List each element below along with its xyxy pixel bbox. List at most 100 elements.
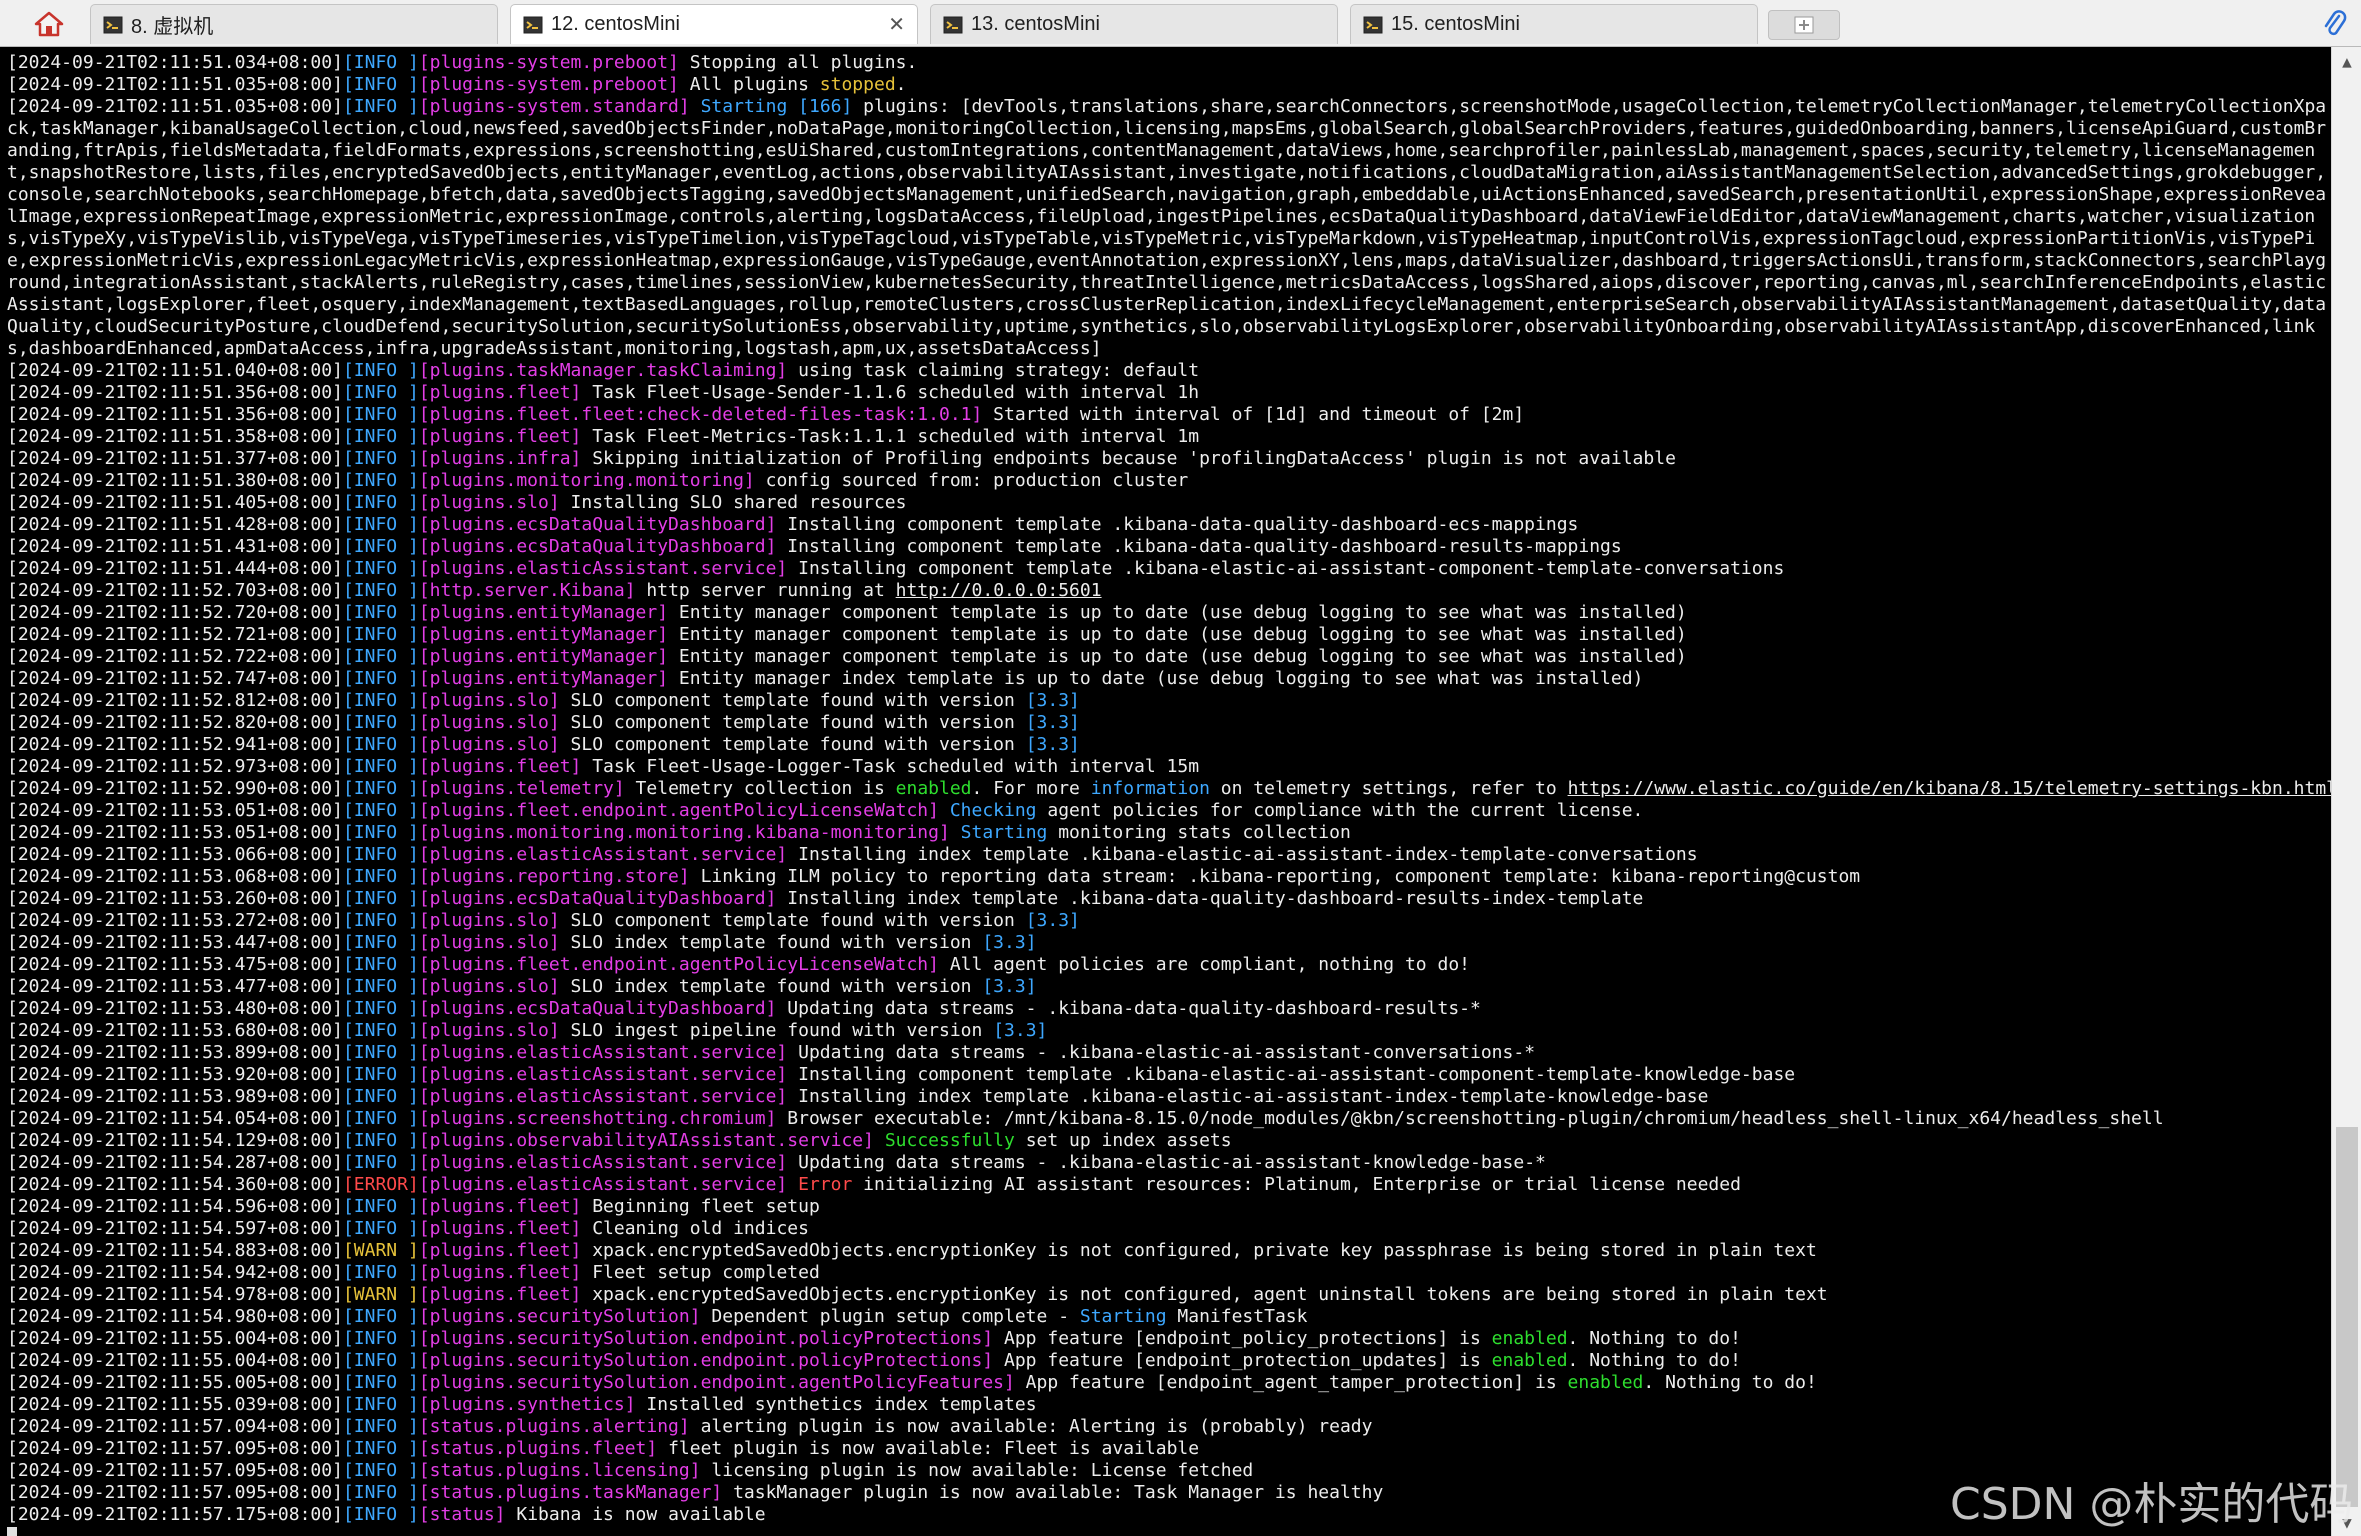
log-plugin: [plugins.fleet] [418, 426, 582, 447]
log-message: Checking [949, 800, 1037, 821]
log-line: [2024-09-21T02:11:52.941+08:00][INFO ][p… [7, 734, 2329, 756]
home-icon [34, 11, 64, 37]
log-timestamp: [2024-09-21T02:11:51.358+08:00] [7, 426, 343, 447]
log-message: Kibana is now available [505, 1504, 766, 1525]
log-timestamp: [2024-09-21T02:11:57.095+08:00] [7, 1460, 343, 1481]
log-message: App feature [endpoint_policy_protections… [993, 1328, 1492, 1349]
tab-centosmini-13[interactable]: 13. centosMini [930, 4, 1338, 44]
log-timestamp: [2024-09-21T02:11:53.066+08:00] [7, 844, 343, 865]
log-message: enabled [1491, 1328, 1568, 1349]
log-plugin: [plugins.telemetry] [418, 778, 625, 799]
log-message [874, 1130, 885, 1151]
log-timestamp: [2024-09-21T02:11:54.287+08:00] [7, 1152, 343, 1173]
log-message: . [895, 74, 907, 95]
log-message: enabled [895, 778, 972, 799]
log-message: Updating data streams - .kibana-data-qua… [776, 998, 1481, 1019]
log-plugin: [plugins.slo] [418, 690, 560, 711]
log-line: [2024-09-21T02:11:51.040+08:00][INFO ][p… [7, 360, 2329, 382]
log-line: [2024-09-21T02:11:51.358+08:00][INFO ][p… [7, 426, 2329, 448]
log-message: xpack.encryptedSavedObjects.encryptionKe… [581, 1284, 1828, 1305]
log-line: [2024-09-21T02:11:53.447+08:00][INFO ][p… [7, 932, 2329, 954]
log-line: [2024-09-21T02:11:53.920+08:00][INFO ][p… [7, 1064, 2329, 1086]
log-message: SLO index template found with version [559, 976, 983, 997]
tab-label: 12. centosMini [551, 13, 680, 35]
log-message: Installing SLO shared resources [559, 492, 907, 513]
log-message: Entity manager component template is up … [668, 602, 1687, 623]
log-line: [2024-09-21T02:11:51.356+08:00][INFO ][p… [7, 382, 2329, 404]
scrollbar-thumb[interactable] [2336, 1127, 2358, 1507]
log-message: Installing index template .kibana-data-q… [776, 888, 1644, 909]
log-line: [2024-09-21T02:11:51.431+08:00][INFO ][p… [7, 536, 2329, 558]
log-timestamp: [2024-09-21T02:11:57.094+08:00] [7, 1416, 343, 1437]
tab-vm[interactable]: 8. 虚拟机 [90, 4, 498, 44]
log-timestamp: [2024-09-21T02:11:51.380+08:00] [7, 470, 343, 491]
log-level: [INFO ] [342, 1108, 419, 1129]
log-message: Linking ILM policy to reporting data str… [689, 866, 1861, 887]
log-level: [INFO ] [342, 448, 419, 469]
close-icon[interactable]: ✕ [888, 12, 905, 37]
log-message: enabled [1491, 1350, 1568, 1371]
log-timestamp: [2024-09-21T02:11:53.475+08:00] [7, 954, 343, 975]
log-plugin: [plugins.slo] [418, 492, 560, 513]
log-level: [INFO ] [342, 822, 419, 843]
log-message: config sourced from: production cluster [754, 470, 1189, 491]
tab-centosmini-12[interactable]: 12. centosMini ✕ [510, 4, 918, 44]
log-line: [2024-09-21T02:11:51.356+08:00][INFO ][p… [7, 404, 2329, 426]
log-level: [INFO ] [342, 1438, 419, 1459]
log-timestamp: [2024-09-21T02:11:53.272+08:00] [7, 910, 343, 931]
log-plugin: [plugins.taskManager.taskClaiming] [418, 360, 788, 381]
log-timestamp: [2024-09-21T02:11:52.721+08:00] [7, 624, 343, 645]
log-level: [INFO ] [342, 514, 419, 535]
log-level: [INFO ] [342, 558, 419, 579]
log-level: [INFO ] [342, 998, 419, 1019]
log-timestamp: [2024-09-21T02:11:51.377+08:00] [7, 448, 343, 469]
log-message: Started with interval of [1d] and timeou… [982, 404, 1525, 425]
terminal-tab-icon [103, 15, 123, 35]
log-message: Starting [1079, 1306, 1167, 1327]
plus-icon [1794, 16, 1814, 34]
log-message: Dependent plugin setup complete - [700, 1306, 1080, 1327]
log-level: [INFO ] [342, 580, 419, 601]
scroll-up-icon[interactable]: ▲ [2332, 47, 2361, 75]
log-line: [2024-09-21T02:11:51.377+08:00][INFO ][p… [7, 448, 2329, 470]
log-line: [2024-09-21T02:11:53.066+08:00][INFO ][p… [7, 844, 2329, 866]
log-plugin: [plugins.fleet.endpoint.agentPolicyLicen… [418, 800, 939, 821]
log-message: Telemetry collection is [624, 778, 896, 799]
vertical-scrollbar[interactable]: ▲ ▼ [2331, 47, 2361, 1536]
log-level: [INFO ] [342, 1372, 419, 1393]
log-message: . For more [971, 778, 1091, 799]
log-level: [INFO ] [342, 668, 419, 689]
log-plugin: [status.plugins.fleet] [418, 1438, 658, 1459]
log-timestamp: [2024-09-21T02:11:57.095+08:00] [7, 1482, 343, 1503]
log-plugin: [plugins.elasticAssistant.service] [418, 1152, 788, 1173]
attachment-button[interactable] [2321, 8, 2347, 43]
tab-label: 15. centosMini [1391, 13, 1520, 35]
log-level: [INFO ] [342, 1086, 419, 1107]
log-line: [2024-09-21T02:11:57.094+08:00][INFO ][s… [7, 1416, 2329, 1438]
log-line: [2024-09-21T02:11:54.978+08:00][WARN ][p… [7, 1284, 2329, 1306]
log-message: . Nothing to do! [1567, 1350, 1741, 1371]
tab-centosmini-15[interactable]: 15. centosMini [1350, 4, 1758, 44]
log-timestamp: [2024-09-21T02:11:51.444+08:00] [7, 558, 343, 579]
log-message: licensing plugin is now available: Licen… [700, 1460, 1254, 1481]
log-timestamp: [2024-09-21T02:11:54.129+08:00] [7, 1130, 343, 1151]
tab-label: 13. centosMini [971, 13, 1100, 35]
log-message: initializing AI assistant resources: Pla… [852, 1174, 1741, 1195]
log-line: [2024-09-21T02:11:53.272+08:00][INFO ][p… [7, 910, 2329, 932]
log-plugin: [plugins.monitoring.monitoring.kibana-mo… [418, 822, 950, 843]
log-plugin: [plugins.slo] [418, 910, 560, 931]
log-timestamp: [2024-09-21T02:11:53.480+08:00] [7, 998, 343, 1019]
home-button[interactable] [20, 8, 78, 40]
log-level: [INFO ] [342, 1306, 419, 1327]
log-message: SLO index template found with version [559, 932, 983, 953]
log-line: [2024-09-21T02:11:54.942+08:00][INFO ][p… [7, 1262, 2329, 1284]
log-message: fleet plugin is now available: Fleet is … [657, 1438, 1200, 1459]
log-line: [2024-09-21T02:11:54.054+08:00][INFO ][p… [7, 1108, 2329, 1130]
log-message: [3.3] [1025, 910, 1080, 931]
log-message: http://0.0.0.0:5601 [895, 580, 1102, 601]
new-tab-button[interactable] [1768, 10, 1840, 40]
log-plugin: [plugins.entityManager] [418, 602, 669, 623]
terminal-output[interactable]: [2024-09-21T02:11:51.034+08:00][INFO ][p… [0, 47, 2331, 1536]
log-plugin: [plugins.fleet] [418, 1284, 582, 1305]
log-message: . Nothing to do! [1643, 1372, 1817, 1393]
